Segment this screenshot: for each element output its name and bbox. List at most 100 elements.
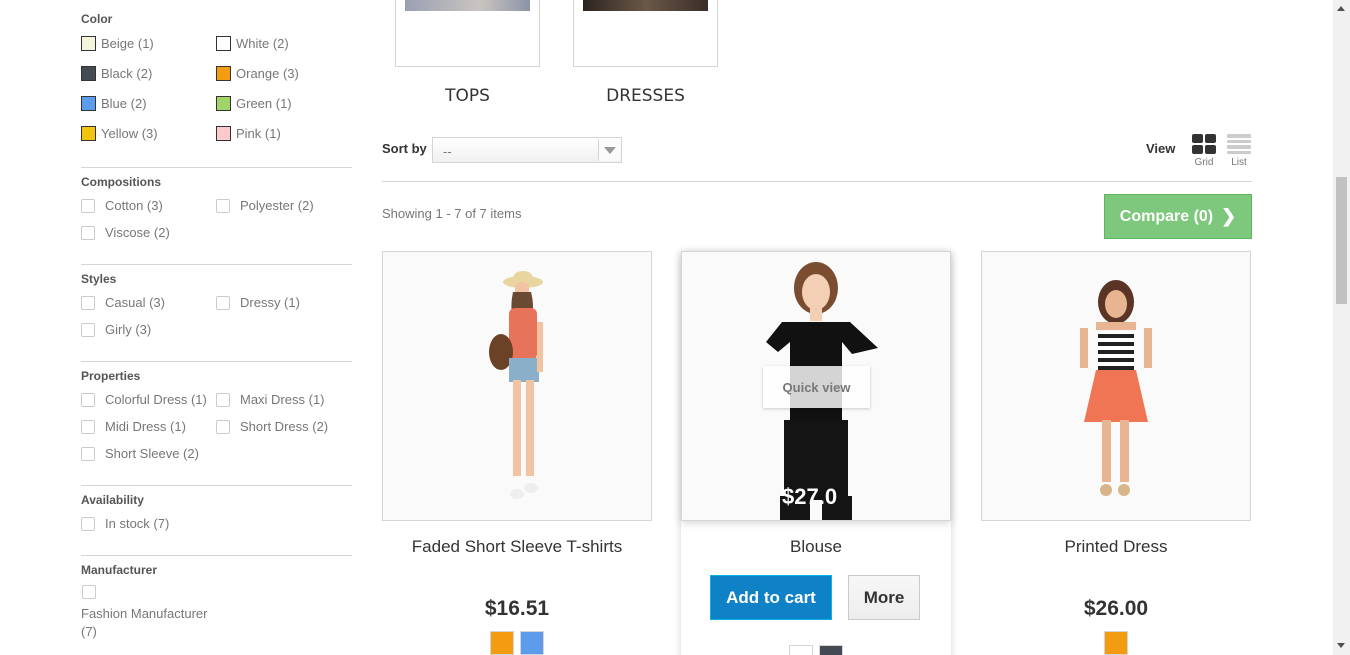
- view-grid-label: Grid: [1194, 157, 1214, 168]
- filter-label: Polyester (2): [240, 198, 314, 213]
- filter-label: Colorful Dress (1): [105, 392, 207, 407]
- list-icon: [1227, 134, 1251, 154]
- product-card[interactable]: Printed Dress $26.00: [981, 251, 1251, 655]
- filter-maxi-dress[interactable]: Maxi Dress (1): [216, 392, 325, 407]
- sort-value: --: [443, 144, 452, 159]
- filter-label: Short Dress (2): [240, 419, 329, 434]
- facet-divider: [81, 167, 352, 168]
- subcategory-tops-thumbnail: [405, 0, 530, 11]
- scrollbar-thumb[interactable]: [1336, 177, 1347, 304]
- checkbox[interactable]: [81, 516, 95, 531]
- product-image[interactable]: Quick view $27.0: [681, 251, 951, 521]
- filter-short-sleeve[interactable]: Short Sleeve (2): [81, 446, 199, 461]
- filter-color-orange[interactable]: Orange (3): [216, 66, 299, 81]
- filter-color-white[interactable]: White (2): [216, 36, 289, 51]
- filter-color-black[interactable]: Black (2): [81, 66, 152, 81]
- more-button[interactable]: More: [848, 575, 920, 620]
- scroll-up-icon[interactable]: [1337, 6, 1345, 11]
- filter-label: Black (2): [101, 66, 153, 81]
- view-list-button[interactable]: List: [1224, 134, 1254, 168]
- filter-label: White (2): [236, 36, 289, 51]
- view-label: View: [1146, 141, 1176, 156]
- product-price: $16.51: [484, 597, 550, 620]
- filter-label: Girly (3): [105, 322, 152, 337]
- facet-title-properties: Properties: [81, 369, 141, 383]
- scroll-down-icon[interactable]: [1337, 643, 1345, 648]
- checkbox[interactable]: [81, 419, 95, 434]
- color-option-black[interactable]: [819, 645, 843, 655]
- checkbox[interactable]: [81, 225, 95, 240]
- filter-midi-dress[interactable]: Midi Dress (1): [81, 419, 186, 434]
- checkbox[interactable]: [81, 295, 95, 310]
- color-option-blue[interactable]: [520, 631, 544, 655]
- subcategory-tops-link[interactable]: TOPS: [395, 86, 540, 106]
- facet-divider: [81, 264, 352, 265]
- checkbox[interactable]: [81, 198, 95, 213]
- filter-viscose[interactable]: Viscose (2): [81, 225, 170, 240]
- chevron-down-icon: [598, 139, 620, 161]
- color-option-orange[interactable]: [490, 631, 514, 655]
- filter-label: Casual (3): [105, 295, 165, 310]
- facet-title-color: Color: [81, 12, 113, 26]
- filter-short-dress[interactable]: Short Dress (2): [216, 419, 328, 434]
- sort-select[interactable]: --: [432, 137, 622, 163]
- filter-label: Green (1): [236, 96, 292, 111]
- product-image[interactable]: [382, 251, 652, 521]
- filter-color-yellow[interactable]: Yellow (3): [81, 126, 158, 141]
- color-option-orange[interactable]: [1104, 631, 1128, 655]
- product-card[interactable]: Quick view $27.0 Blouse Add to cart More: [681, 251, 951, 655]
- facet-title-manufacturer: Manufacturer: [81, 563, 158, 577]
- view-list-label: List: [1231, 157, 1247, 168]
- checkbox-manufacturer[interactable]: [82, 585, 96, 599]
- filter-color-pink[interactable]: Pink (1): [216, 126, 281, 141]
- add-to-cart-button[interactable]: Add to cart: [710, 575, 832, 620]
- checkbox[interactable]: [81, 446, 95, 461]
- filter-fashion-manufacturer[interactable]: Fashion Manufacturer (7): [81, 605, 207, 641]
- page-scrollbar[interactable]: [1333, 0, 1350, 655]
- product-name[interactable]: Blouse: [681, 537, 951, 557]
- view-grid-button[interactable]: Grid: [1189, 134, 1219, 168]
- checkbox[interactable]: [216, 198, 230, 213]
- filter-color-blue[interactable]: Blue (2): [81, 96, 147, 111]
- product-name[interactable]: Printed Dress: [981, 537, 1251, 557]
- subcategory-dresses-link[interactable]: DRESSES: [573, 86, 718, 106]
- compare-button[interactable]: Compare (0) ❯: [1104, 194, 1252, 239]
- checkbox[interactable]: [216, 392, 230, 407]
- quick-view-button[interactable]: Quick view: [763, 366, 870, 408]
- checkbox[interactable]: [216, 295, 230, 310]
- facet-divider: [81, 485, 352, 486]
- subcategory-tops-image[interactable]: [395, 0, 540, 67]
- color-swatch: [81, 66, 96, 81]
- chevron-right-icon: ❯: [1221, 206, 1237, 226]
- filter-color-beige[interactable]: Beige (1): [81, 36, 154, 51]
- filter-girly[interactable]: Girly (3): [81, 322, 151, 337]
- compare-label: Compare (0): [1119, 207, 1214, 225]
- filter-label: In stock (7): [105, 516, 170, 531]
- subcategory-dresses-image[interactable]: [573, 0, 718, 67]
- filter-label: Short Sleeve (2): [105, 446, 199, 461]
- filter-label: Midi Dress (1): [105, 419, 186, 434]
- filter-in-stock[interactable]: In stock (7): [81, 516, 169, 531]
- facet-title-styles: Styles: [81, 272, 117, 286]
- filter-dressy[interactable]: Dressy (1): [216, 295, 300, 310]
- filter-casual[interactable]: Casual (3): [81, 295, 165, 310]
- color-swatch: [216, 36, 231, 51]
- checkbox[interactable]: [81, 322, 95, 337]
- product-name[interactable]: Faded Short Sleeve T-shirts: [382, 537, 652, 557]
- showing-count: Showing 1 - 7 of 7 items: [382, 206, 522, 221]
- sort-divider: [382, 181, 1252, 182]
- filter-polyester[interactable]: Polyester (2): [216, 198, 314, 213]
- grid-icon: [1192, 134, 1216, 154]
- product-price: $26.00: [1083, 597, 1149, 620]
- filter-colorful-dress[interactable]: Colorful Dress (1): [81, 392, 207, 407]
- product-color-list: [382, 631, 652, 655]
- striped-top: [1098, 332, 1134, 372]
- product-card[interactable]: Faded Short Sleeve T-shirts $16.51: [382, 251, 652, 655]
- facet-divider: [81, 361, 352, 362]
- filter-color-green[interactable]: Green (1): [216, 96, 292, 111]
- color-option-white[interactable]: [789, 645, 813, 655]
- filter-cotton[interactable]: Cotton (3): [81, 198, 163, 213]
- checkbox[interactable]: [216, 419, 230, 434]
- checkbox[interactable]: [81, 392, 95, 407]
- product-image[interactable]: [981, 251, 1251, 521]
